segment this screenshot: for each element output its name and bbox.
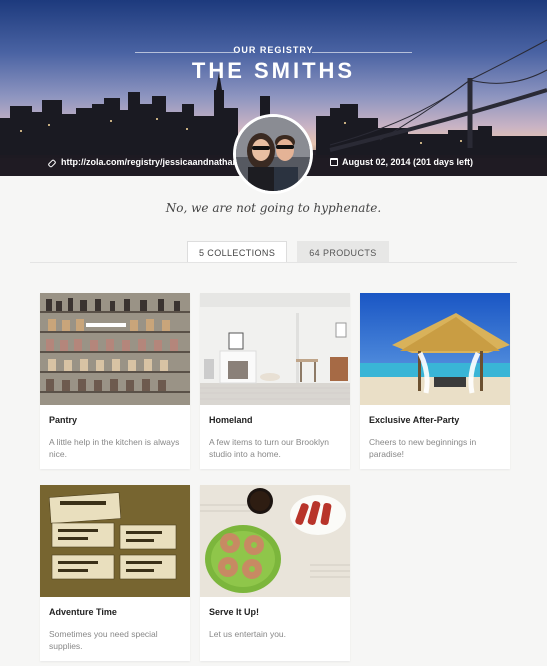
- collection-title[interactable]: Pantry: [49, 415, 77, 425]
- registry-url-text[interactable]: http://zola.com/registry/jessicaandnatha…: [61, 157, 238, 167]
- collection-card-adventure-time[interactable]: Adventure Time Sometimes you need specia…: [40, 485, 190, 661]
- tab-products[interactable]: 64 PRODUCTS: [297, 241, 389, 263]
- collection-description: Sometimes you need special supplies.: [49, 629, 158, 651]
- collection-title[interactable]: Exclusive After-Party: [369, 415, 459, 425]
- couple-tagline: No, we are not going to hyphenate.: [165, 201, 382, 215]
- registry-url[interactable]: http://zola.com/registry/jessicaandnatha…: [48, 157, 238, 167]
- collection-image-adventure-time[interactable]: [40, 485, 190, 597]
- collection-description: A little help in the kitchen is always n…: [49, 437, 180, 459]
- link-icon: [48, 158, 57, 167]
- collection-card-serve-it-up[interactable]: Serve It Up! Let us entertain you.: [200, 485, 350, 661]
- registry-date-text: August 02, 2014 (201 days left): [342, 157, 474, 167]
- collection-title[interactable]: Serve It Up!: [209, 607, 259, 617]
- couple-avatar: [233, 114, 313, 194]
- collection-card-after-party[interactable]: Exclusive After-Party Cheers to new begi…: [360, 293, 510, 469]
- calendar-icon: [330, 158, 338, 166]
- collection-image-serve-it-up[interactable]: [200, 485, 350, 597]
- collection-card-pantry[interactable]: Pantry A little help in the kitchen is a…: [40, 293, 190, 469]
- tabs-divider: [30, 262, 517, 263]
- couple-photo: [236, 117, 310, 191]
- collection-description: A few items to turn our Brooklyn studio …: [209, 437, 329, 459]
- registry-eyebrow: OUR REGISTRY: [233, 45, 314, 55]
- view-tabs: 5 COLLECTIONS 64 PRODUCTS: [187, 241, 389, 263]
- collection-description: Cheers to new beginnings in paradise!: [369, 437, 477, 459]
- collection-title[interactable]: Homeland: [209, 415, 253, 425]
- tab-collections[interactable]: 5 COLLECTIONS: [187, 241, 288, 263]
- collection-card-homeland[interactable]: Homeland A few items to turn our Brookly…: [200, 293, 350, 469]
- registry-title: THE SMITHS: [191, 58, 356, 83]
- registry-date: August 02, 2014 (201 days left): [330, 157, 473, 167]
- collection-image-pantry[interactable]: [40, 293, 190, 405]
- collection-description: Let us entertain you.: [209, 629, 287, 639]
- collection-title[interactable]: Adventure Time: [49, 607, 117, 617]
- collection-image-after-party[interactable]: [360, 293, 510, 405]
- collection-image-homeland[interactable]: [200, 293, 350, 405]
